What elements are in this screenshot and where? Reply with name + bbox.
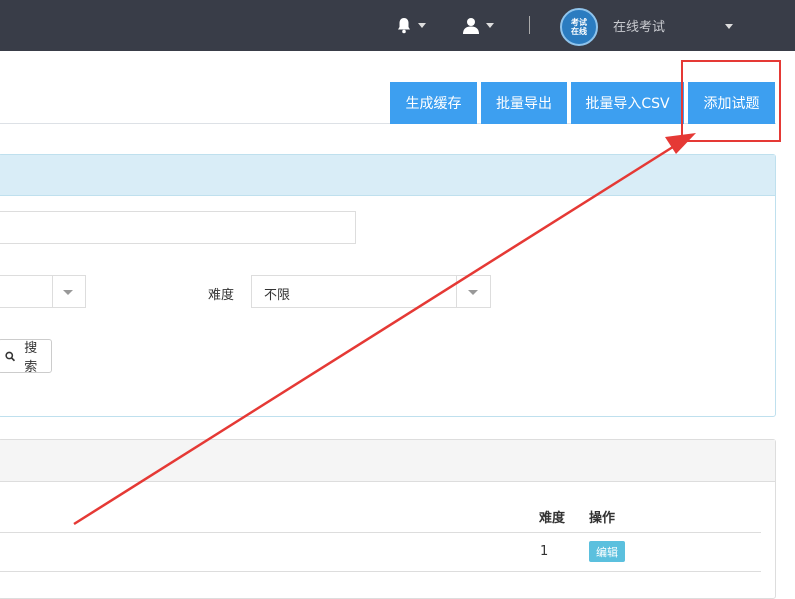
- annotation-arrow: [73, 133, 696, 526]
